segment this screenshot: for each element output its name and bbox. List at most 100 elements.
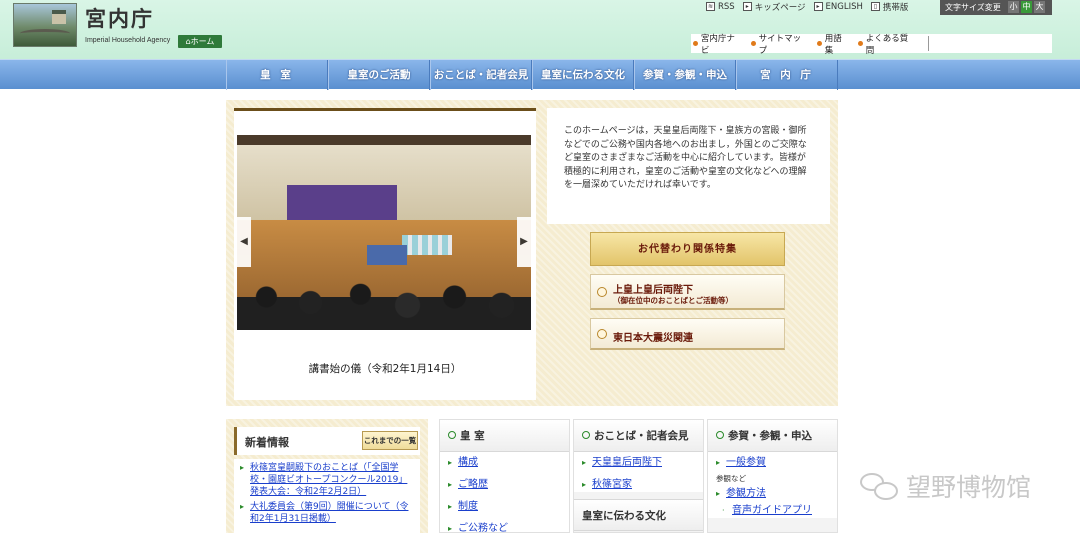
text-size-large[interactable]: 大 [1034,1,1045,13]
link-official-duties[interactable]: ▸ ご公務など [448,521,563,533]
subnav-glossary[interactable]: 用語集 [816,32,850,56]
news-all-button[interactable]: これまでの一覧 [362,431,418,450]
arrow-right-icon: ▸ [448,524,453,533]
subnav-sitemap[interactable]: サイトマップ [750,32,809,56]
imperial-family-heading[interactable]: 皇 室 [440,420,569,452]
link-tour-method[interactable]: ▸ 参観方法 [716,486,831,501]
banner-earthquake-label: 東日本大震災関連 [613,333,693,344]
slider-prev-button[interactable]: ◀ [237,217,251,267]
logo-tower [52,10,66,24]
link-tour-method-label: 参観方法 [726,488,766,499]
arrow-right-icon: ▸ [448,458,453,467]
visits-column: 参賀・参観・申込 ▸ 一般参賀 参観など ▸ 参観方法 · 音声ガイドアプリ [707,419,838,533]
arrow-right-icon: ▸ [448,502,453,511]
text-size-medium[interactable]: 中 [1021,1,1032,13]
visits-heading-label: 参賀・参観・申込 [728,430,812,442]
chat-bubbles-icon [860,471,900,501]
subnav-glossary-label: 用語集 [824,33,842,56]
link-system-label: 制度 [458,501,478,512]
kids-link[interactable]: ▸ キッズページ [742,0,806,13]
link-general-visit-label: 一般参賀 [726,457,766,468]
watermark: 望野博物馆 [860,468,1031,504]
link-composition[interactable]: ▸ 構成 [448,455,563,470]
sub-navigation: 宮内庁ナビ サイトマップ 用語集 よくある質問 [691,32,1053,56]
visits-heading[interactable]: 参賀・参観・申込 [708,420,837,452]
arrow-right-icon: ▸ [240,502,245,511]
news-item-text: 大礼委員会（第9回）開催について（令和2年1月31日掲載） [250,502,409,524]
banner-earthquake[interactable]: 東日本大震災関連 [590,318,785,350]
text-size-control: 文字サイズ変更 小 中 大 [940,0,1052,15]
tours-label: 参観など [716,474,746,483]
banner-succession-label: お代替わり関係特集 [638,244,737,255]
arrow-right-icon: ▸ [582,458,587,467]
link-audio-guide-label: 音声ガイドアプリ [732,505,812,516]
link-system[interactable]: ▸ 制度 [448,499,563,514]
bubble-shape [874,482,898,500]
remarks-heading-label: おことば・記者会見 [594,430,689,442]
logo-bridge [20,29,70,38]
rss-link[interactable]: ≋ RSS [706,0,735,13]
link-biography-label: ご略歴 [458,479,488,490]
arrow-box-icon: ▸ [813,2,823,11]
text-size-small[interactable]: 小 [1008,1,1019,13]
mobile-link[interactable]: ▯ 携帯版 [870,0,909,13]
visits-links: ▸ 一般参賀 参観など ▸ 参観方法 · 音声ガイドアプリ [708,452,837,518]
subnav-faq-label: よくある質問 [865,33,909,56]
arrow-right-icon: · [722,506,725,515]
kids-label: キッズページ [754,2,806,13]
slide-photo[interactable] [237,135,531,330]
main-navigation: 皇 室 皇室のご活動 おことば・記者会見 皇室に伝わる文化 参賀・参観・申込 宮… [0,59,1080,90]
photo-ceiling [237,135,531,145]
news-item[interactable]: ▸ 大礼委員会（第9回）開催について（令和2年1月31日掲載） [240,501,416,525]
subnav-navi-label: 宮内庁ナビ [700,33,735,56]
remarks-heading[interactable]: おことば・記者会見 [574,420,703,452]
news-item[interactable]: ▸ 秋篠宮皇嗣殿下のおことば（「全国学校・園庭ビオトープコンクール2019」発表大… [240,462,416,498]
english-label: ENGLISH [825,1,863,12]
news-list: ▸ 秋篠宮皇嗣殿下のおことば（「全国学校・園庭ビオトープコンクール2019」発表大… [234,459,420,533]
link-emperor-empress[interactable]: ▸ 天皇皇后両陛下 [582,455,697,470]
circle-arrow-icon [448,431,456,439]
circle-arrow-icon [582,431,590,439]
subnav-navi[interactable]: 宮内庁ナビ [693,32,743,56]
nav-agency[interactable]: 宮 内 庁 [736,60,838,90]
english-link[interactable]: ▸ ENGLISH [813,0,863,13]
culture-heading[interactable]: 皇室に伝わる文化 [574,499,703,531]
remarks-links: ▸ 天皇皇后両陛下 ▸ 秋篠宮家 [574,452,703,492]
nav-imperial-family[interactable]: 皇 室 [226,60,328,90]
site-title[interactable]: 宮内庁 [85,3,154,33]
link-official-duties-label: ご公務など [458,523,508,533]
mobile-label: 携帯版 [882,2,909,13]
link-audio-guide-app[interactable]: · 音声ガイドアプリ [722,503,831,518]
link-biography[interactable]: ▸ ご略歴 [448,477,563,492]
banner-succession-special[interactable]: お代替わり関係特集 [590,232,785,266]
link-general-visit[interactable]: ▸ 一般参賀 [716,455,831,470]
nav-culture[interactable]: 皇室に伝わる文化 [532,60,634,90]
photo-slider: ◀ ▶ 講書始の儀（令和2年1月14日） [234,108,536,400]
nav-remarks-press[interactable]: おことば・記者会見 [430,60,532,90]
arrow-right-icon: ▸ [582,480,587,489]
nav-visits[interactable]: 参賀・参観・申込 [634,60,736,90]
top-links: ≋ RSS ▸ キッズページ ▸ ENGLISH ▯ 携帯版 [706,0,916,13]
imperial-family-heading-label: 皇 室 [460,430,485,442]
nav-activities[interactable]: 皇室のご活動 [328,60,430,90]
rss-label: RSS [718,1,735,12]
home-label: ホーム [190,37,215,46]
intro-text: このホームページは，天皇皇后両陛下・皇族方の宮殿・御所などでのご公務や国内各地へ… [547,108,830,224]
home-button[interactable]: ⌂ホーム [178,35,222,48]
rss-icon: ≋ [706,2,715,11]
main-nav-items: 皇 室 皇室のご活動 おことば・記者会見 皇室に伝わる文化 参賀・参観・申込 宮… [226,60,838,90]
imperial-family-column: 皇 室 ▸ 構成 ▸ ご略歴 ▸ 制度 ▸ ご公務など [439,419,570,533]
link-akishino[interactable]: ▸ 秋篠宮家 [582,477,697,492]
subnav-faq[interactable]: よくある質問 [857,32,916,56]
circle-arrow-icon [716,431,724,439]
logo-image[interactable] [13,3,77,47]
link-composition-label: 構成 [458,457,478,468]
hero-section: ◀ ▶ 講書始の儀（令和2年1月14日） このホームページは，天皇皇后両陛下・皇… [226,100,838,406]
banner-emperor-emeritus[interactable]: 上皇上皇后両陛下 （御在位中のおことばとご活動等） [590,274,785,310]
bullet-icon [857,41,863,46]
link-emperor-empress-label: 天皇皇后両陛下 [592,457,662,468]
search-input[interactable] [927,36,1053,51]
news-item-text: 秋篠宮皇嗣殿下のおことば（「全国学校・園庭ビオトープコンクール2019」発表大会… [250,463,408,497]
slider-next-button[interactable]: ▶ [517,217,531,267]
mobile-icon: ▯ [870,2,880,11]
